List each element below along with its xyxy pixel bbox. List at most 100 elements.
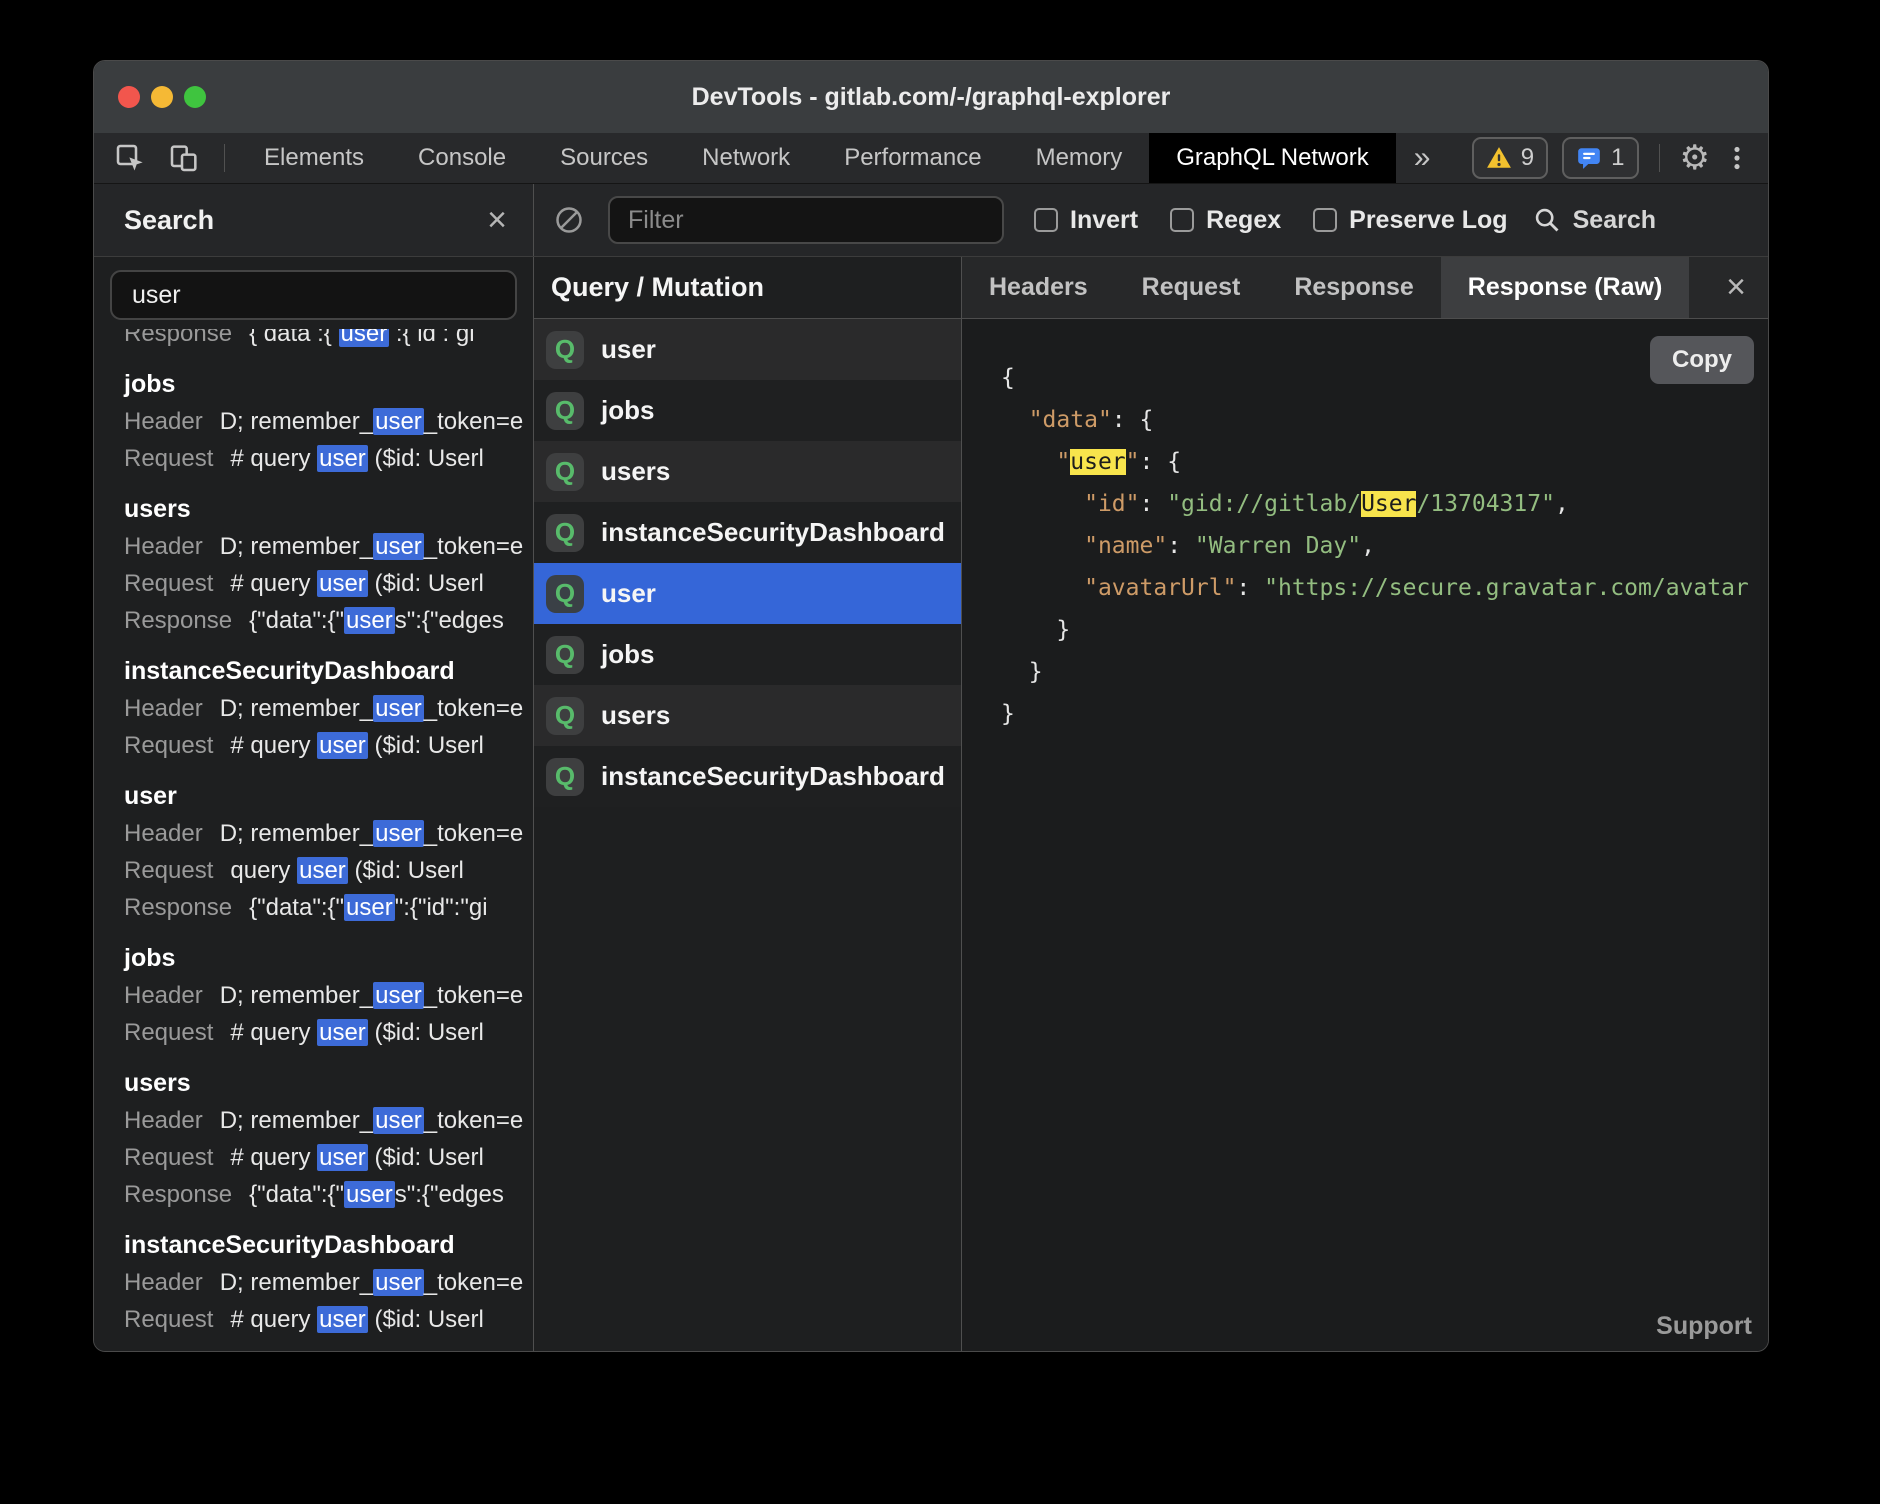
search-result-text: { data :{ user :{ id : gi xyxy=(249,329,475,347)
response-tab-request[interactable]: Request xyxy=(1115,257,1268,318)
copy-button[interactable]: Copy xyxy=(1650,336,1754,384)
device-toolbar-icon[interactable] xyxy=(164,139,204,177)
text-segment: "name" xyxy=(1084,533,1167,559)
filter-checkboxes: Invert Regex Preserve Log xyxy=(1028,206,1508,235)
response-tab-response-raw[interactable]: Response (Raw) xyxy=(1441,257,1689,318)
search-result-row[interactable]: Response{"data":{"users":{"edges xyxy=(124,602,533,639)
search-result-row[interactable]: Request# query user ($id: Userl xyxy=(124,565,533,602)
inspect-element-icon[interactable] xyxy=(110,139,150,177)
text-segment: ($id: Userl xyxy=(368,732,484,759)
search-panel-title: Search xyxy=(124,205,214,236)
text-segment: { xyxy=(1001,365,1015,391)
search-result-row[interactable]: HeaderD; remember_user_token=e xyxy=(124,403,533,440)
text-segment: ($id: Userl xyxy=(368,1019,484,1046)
settings-gear-icon[interactable]: ⚙ xyxy=(1680,141,1710,175)
kebab-menu-icon[interactable] xyxy=(1724,143,1750,173)
minimize-window-button[interactable] xyxy=(151,86,173,108)
support-link[interactable]: Support xyxy=(1656,1312,1752,1341)
filter-input[interactable] xyxy=(608,196,1004,244)
text-segment: _token=e xyxy=(424,533,523,560)
network-search-button[interactable]: Search xyxy=(1533,206,1656,235)
highlighted-match: user xyxy=(344,607,395,634)
search-result-text: query user ($id: Userl xyxy=(230,857,463,884)
close-search-icon[interactable]: × xyxy=(487,203,507,237)
search-result-section: jobsHeaderD; remember_user_token=eReques… xyxy=(124,370,533,477)
query-item-jobs[interactable]: Qjobs xyxy=(534,624,961,685)
text-segment: ($id: Userl xyxy=(368,445,484,472)
text-segment: query xyxy=(230,857,297,884)
text-segment: # query xyxy=(230,1306,317,1333)
highlighted-match: user xyxy=(317,445,368,472)
checkbox-box xyxy=(1170,208,1194,232)
checkbox-regex[interactable]: Regex xyxy=(1170,206,1281,235)
query-item-instancesecuritydashboard[interactable]: QinstanceSecurityDashboard xyxy=(534,746,961,807)
search-result-row[interactable]: HeaderD; remember_user_token=e xyxy=(124,1264,533,1301)
close-window-button[interactable] xyxy=(118,86,140,108)
close-detail-icon[interactable]: × xyxy=(1726,257,1768,318)
query-item-label: instanceSecurityDashboard xyxy=(601,761,945,792)
search-result-heading: users xyxy=(124,495,533,524)
query-item-jobs[interactable]: Qjobs xyxy=(534,380,961,441)
text-segment: _token=e xyxy=(424,695,523,722)
devtools-tab-network[interactable]: Network xyxy=(675,133,817,183)
text-segment: " xyxy=(1126,449,1140,475)
response-tab-response[interactable]: Response xyxy=(1267,257,1440,318)
titlebar: DevTools - gitlab.com/-/graphql-explorer xyxy=(94,61,1768,133)
checkbox-preserve-log[interactable]: Preserve Log xyxy=(1313,206,1507,235)
query-item-users[interactable]: Qusers xyxy=(534,441,961,502)
zoom-window-button[interactable] xyxy=(184,86,206,108)
text-segment: } xyxy=(1001,701,1015,727)
highlighted-match: user xyxy=(373,982,424,1009)
query-item-instancesecuritydashboard[interactable]: QinstanceSecurityDashboard xyxy=(534,502,961,563)
search-result-row[interactable]: Request# query user ($id: Userl xyxy=(124,1139,533,1176)
search-result-row[interactable]: HeaderD; remember_user_token=e xyxy=(124,977,533,1014)
search-result-text: D; remember_user_token=e xyxy=(220,533,523,560)
search-result-label: Response xyxy=(124,607,232,634)
search-result-row[interactable]: Request# query user ($id: Userl xyxy=(124,727,533,764)
query-item-label: jobs xyxy=(601,395,654,426)
search-result-row[interactable]: Request# query user ($id: Userl xyxy=(124,1014,533,1051)
search-result-row[interactable]: Request# query user ($id: Userl xyxy=(124,1301,533,1338)
json-line: } xyxy=(1001,693,1768,735)
search-result-label: Request xyxy=(124,1144,213,1171)
clear-requests-icon[interactable] xyxy=(554,205,584,235)
search-result-row[interactable]: Response{"data":{"users":{"edges xyxy=(124,1176,533,1213)
more-tabs-button[interactable]: » xyxy=(1396,133,1449,183)
search-result-row[interactable]: Header D; remember_user_token=e xyxy=(124,528,533,565)
search-result-row[interactable]: Requestquery user ($id: Userl xyxy=(124,852,533,889)
query-type-icon: Q xyxy=(546,514,584,552)
highlighted-match: user xyxy=(317,732,368,759)
search-result-row[interactable]: HeaderD; remember_user_token=e xyxy=(124,690,533,727)
highlighted-match: user xyxy=(373,695,424,722)
search-input[interactable] xyxy=(110,270,517,320)
text-segment: D; remember_ xyxy=(220,1107,373,1134)
devtools-tab-graphql-network[interactable]: GraphQL Network xyxy=(1149,133,1396,183)
devtools-tabbar: ElementsConsoleSourcesNetworkPerformance… xyxy=(94,133,1768,184)
search-result-row[interactable]: HeaderD; remember_user_token=e xyxy=(124,815,533,852)
devtools-tab-performance[interactable]: Performance xyxy=(817,133,1008,183)
devtools-tab-console[interactable]: Console xyxy=(391,133,533,183)
search-result-text: D; remember_user_token=e xyxy=(220,982,523,1009)
warnings-badge[interactable]: 9 xyxy=(1472,137,1548,179)
search-result-section: instanceSecurityDashboardHeaderD; rememb… xyxy=(124,1231,533,1338)
devtools-tab-sources[interactable]: Sources xyxy=(533,133,675,183)
search-result-row[interactable]: HeaderD; remember_user_token=e xyxy=(124,1102,533,1139)
network-search-label: Search xyxy=(1573,206,1656,235)
checkbox-invert[interactable]: Invert xyxy=(1034,206,1138,235)
issues-badge[interactable]: 1 xyxy=(1562,137,1638,179)
devtools-tab-memory[interactable]: Memory xyxy=(1009,133,1150,183)
search-result-row[interactable]: Request# query user ($id: Userl xyxy=(124,440,533,477)
response-tab-headers[interactable]: Headers xyxy=(962,257,1115,318)
search-result-label: Header xyxy=(124,533,203,560)
devtools-tab-elements[interactable]: Elements xyxy=(237,133,391,183)
search-result-row[interactable]: Response{"data":{"user":{"id":"gi xyxy=(124,889,533,926)
query-item-user[interactable]: Quser xyxy=(534,319,961,380)
text-segment: "id" xyxy=(1084,491,1139,517)
query-item-user[interactable]: Quser xyxy=(534,563,961,624)
query-item-label: users xyxy=(601,456,670,487)
json-line: "id": "gid://gitlab/User/13704317", xyxy=(1001,483,1768,525)
search-results-panel: Response{ data :{ user :{ id : gijobsHea… xyxy=(94,257,534,1351)
search-result-row[interactable]: Response{ data :{ user :{ id : gi xyxy=(124,329,533,352)
text-segment: , xyxy=(1555,491,1569,517)
query-item-users[interactable]: Qusers xyxy=(534,685,961,746)
